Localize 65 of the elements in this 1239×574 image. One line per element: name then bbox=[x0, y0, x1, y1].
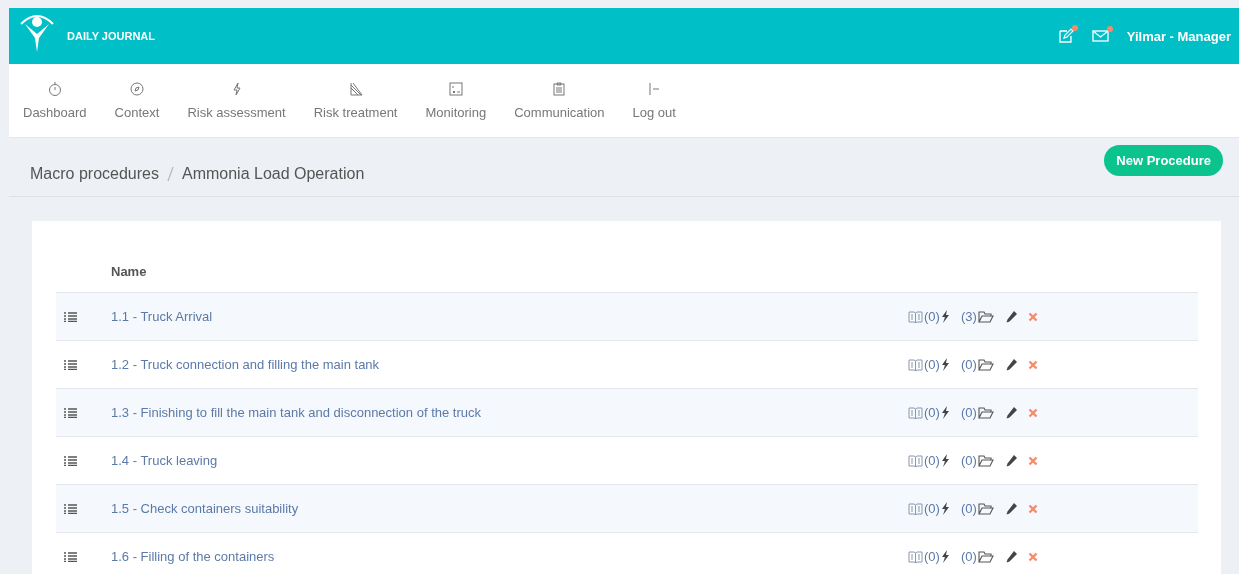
book-icon[interactable] bbox=[908, 310, 923, 323]
procedure-link[interactable]: 1.5 - Check containers suitability bbox=[111, 501, 908, 516]
folder-icon[interactable] bbox=[977, 406, 994, 419]
risk-count: (0) bbox=[960, 453, 977, 468]
compass-icon bbox=[129, 81, 145, 97]
nav-item[interactable]: Dashboard bbox=[23, 81, 87, 120]
risk-count: (0) bbox=[960, 405, 977, 420]
nav-item[interactable]: Context bbox=[114, 81, 160, 120]
book-icon[interactable] bbox=[908, 550, 923, 563]
pencil-icon[interactable] bbox=[1004, 358, 1017, 371]
document-count: (0) bbox=[924, 405, 940, 420]
list-icon[interactable] bbox=[64, 407, 77, 418]
bolt-icon[interactable] bbox=[940, 454, 950, 467]
pencil-icon[interactable] bbox=[1004, 310, 1017, 323]
list-icon[interactable] bbox=[64, 311, 77, 322]
risk-count: (3) bbox=[960, 309, 977, 324]
nav-item[interactable]: Monitoring bbox=[425, 81, 487, 120]
document-count: (0) bbox=[924, 357, 940, 372]
bolt-icon[interactable] bbox=[940, 358, 950, 371]
nav-item[interactable]: Communication bbox=[514, 81, 605, 120]
risk-count: (0) bbox=[960, 501, 977, 516]
app-title: DAILY JOURNAL bbox=[67, 30, 156, 42]
risk-count: (0) bbox=[960, 549, 977, 564]
folder-icon[interactable] bbox=[977, 454, 994, 467]
clipboard-icon bbox=[551, 81, 568, 97]
book-icon[interactable] bbox=[908, 454, 923, 467]
list-icon[interactable] bbox=[64, 503, 77, 514]
stopwatch-icon bbox=[46, 81, 63, 97]
document-count: (0) bbox=[924, 501, 940, 516]
folder-icon[interactable] bbox=[977, 358, 994, 371]
bolt-icon[interactable] bbox=[940, 310, 950, 323]
document-count: (0) bbox=[924, 549, 940, 564]
document-count: (0) bbox=[924, 453, 940, 468]
checklist-icon bbox=[447, 81, 464, 97]
nav-item[interactable]: Risk assessment bbox=[187, 81, 286, 120]
procedure-link[interactable]: 1.3 - Finishing to fill the main tank and disconnection of the truck bbox=[111, 405, 908, 420]
risk-count: (0) bbox=[960, 357, 977, 372]
folder-icon[interactable] bbox=[977, 502, 994, 515]
chart-icon bbox=[347, 81, 364, 97]
pencil-icon[interactable] bbox=[1004, 406, 1017, 419]
pencil-icon[interactable] bbox=[1004, 502, 1017, 515]
procedure-link[interactable]: 1.4 - Truck leaving bbox=[111, 453, 908, 468]
procedure-link[interactable]: 1.1 - Truck Arrival bbox=[111, 309, 908, 324]
bolt-icon[interactable] bbox=[940, 550, 950, 563]
bolt-icon[interactable] bbox=[940, 406, 950, 419]
nav-item[interactable]: Risk treatment bbox=[313, 81, 398, 120]
pencil-icon[interactable] bbox=[1004, 454, 1017, 467]
book-icon[interactable] bbox=[908, 502, 923, 515]
procedure-link[interactable]: 1.2 - Truck connection and filling the main tank bbox=[111, 357, 908, 372]
document-count: (0) bbox=[924, 309, 940, 324]
folder-icon[interactable] bbox=[977, 550, 994, 563]
book-icon[interactable] bbox=[908, 358, 923, 371]
book-icon[interactable] bbox=[908, 406, 923, 419]
column-header: Name bbox=[111, 264, 147, 279]
pencil-icon[interactable] bbox=[1004, 550, 1017, 563]
list-icon[interactable] bbox=[64, 455, 77, 466]
list-icon[interactable] bbox=[64, 551, 77, 562]
bolt-icon[interactable] bbox=[940, 502, 950, 515]
procedure-link[interactable]: 1.6 - Filling of the containers bbox=[111, 549, 908, 564]
breadcrumb-separator bbox=[166, 166, 174, 182]
breadcrumb-item[interactable]: Macro procedures bbox=[30, 165, 159, 183]
nav-item[interactable]: Log out bbox=[632, 81, 676, 120]
folder-icon[interactable] bbox=[977, 310, 994, 323]
breadcrumb-item: Ammonia Load Operation bbox=[181, 165, 365, 183]
list-icon[interactable] bbox=[64, 359, 77, 370]
